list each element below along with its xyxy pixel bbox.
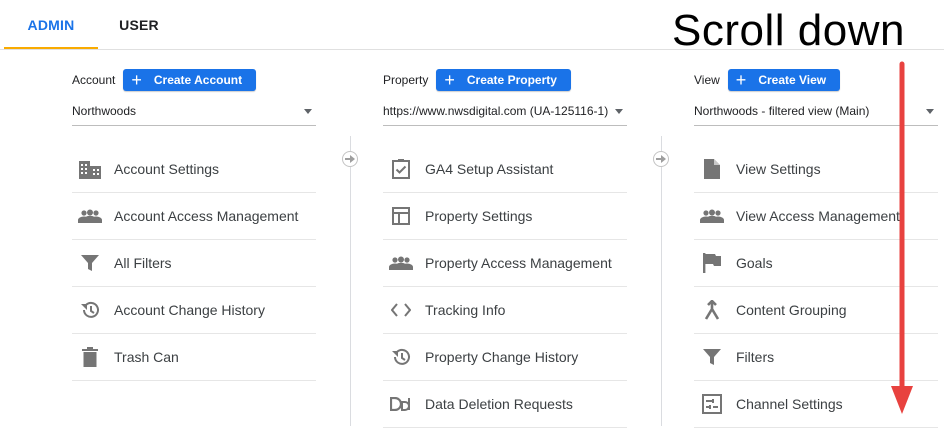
account-label: Account	[72, 73, 116, 87]
menu-item-label: Property Change History	[425, 349, 579, 365]
document-icon	[700, 157, 724, 181]
menu-item-label: Account Access Management	[114, 208, 299, 224]
flag-icon	[700, 251, 724, 275]
dropdown-caret-icon	[926, 109, 934, 114]
create-view-button[interactable]: + Create View	[727, 69, 841, 91]
menu-item-label: Trash Can	[114, 349, 179, 365]
tab-admin[interactable]: ADMIN	[4, 0, 98, 49]
people-icon	[700, 204, 724, 228]
people-icon	[389, 251, 413, 275]
layout-icon	[389, 204, 413, 228]
menu-item-label: Content Grouping	[736, 302, 847, 318]
menu-item-data-deletion-requests[interactable]: Data Deletion Requests	[383, 381, 627, 428]
clipboard-check-icon	[389, 157, 413, 181]
column-divider	[350, 136, 351, 426]
plus-icon: +	[131, 70, 142, 90]
view-label: View	[694, 73, 720, 87]
property-menu: GA4 Setup Assistant Property Settings Pr…	[383, 146, 627, 428]
account-menu: Account Settings Account Access Manageme…	[72, 146, 316, 381]
menu-item-label: Account Settings	[114, 161, 220, 177]
menu-item-all-filters[interactable]: All Filters	[72, 240, 316, 287]
menu-item-label: Property Settings	[425, 208, 533, 224]
menu-item-label: All Filters	[114, 255, 172, 271]
menu-item-tracking-info[interactable]: Tracking Info	[383, 287, 627, 334]
create-property-button[interactable]: + Create Property	[436, 69, 571, 91]
account-column: Account + Create Account Northwoods Acco…	[72, 68, 316, 381]
tab-user[interactable]: USER	[104, 0, 174, 48]
property-column: Property + Create Property https://www.n…	[383, 68, 627, 428]
menu-item-property-settings[interactable]: Property Settings	[383, 193, 627, 240]
history-icon	[78, 298, 102, 322]
menu-item-account-change-history[interactable]: Account Change History	[72, 287, 316, 334]
menu-item-label: Goals	[736, 255, 773, 271]
menu-item-label: Channel Settings	[736, 396, 843, 412]
account-header: Account + Create Account	[72, 68, 316, 92]
create-account-label: Create Account	[153, 73, 243, 87]
property-selected-value: https://www.nwsdigital.com (UA-125116-1)	[383, 104, 609, 118]
menu-item-label: Property Access Management	[425, 255, 612, 271]
column-arrow-icon	[342, 151, 358, 167]
menu-item-property-access[interactable]: Property Access Management	[383, 240, 627, 287]
account-selector[interactable]: Northwoods	[72, 101, 316, 126]
channel-icon	[700, 392, 724, 416]
scroll-down-annotation: Scroll down	[672, 6, 905, 55]
code-icon	[389, 298, 413, 322]
account-selected-value: Northwoods	[72, 104, 137, 118]
dd-icon	[389, 392, 413, 416]
menu-item-label: Data Deletion Requests	[425, 396, 573, 412]
menu-item-label: Tracking Info	[425, 302, 506, 318]
trash-icon	[78, 345, 102, 369]
menu-item-label: View Settings	[736, 161, 821, 177]
people-icon	[78, 204, 102, 228]
plus-icon: +	[735, 70, 747, 90]
menu-item-account-access[interactable]: Account Access Management	[72, 193, 316, 240]
property-selector[interactable]: https://www.nwsdigital.com (UA-125116-1)	[383, 101, 627, 126]
menu-item-label: Account Change History	[114, 302, 265, 318]
column-divider	[661, 136, 662, 426]
plus-icon: +	[444, 70, 455, 90]
grouping-icon	[700, 298, 724, 322]
create-property-label: Create Property	[466, 73, 557, 87]
menu-item-label: Filters	[736, 349, 775, 365]
menu-item-label: GA4 Setup Assistant	[425, 161, 554, 177]
menu-item-label: View Access Management	[736, 208, 900, 224]
create-account-button[interactable]: + Create Account	[123, 69, 257, 91]
filter-icon	[78, 251, 102, 275]
down-arrow-icon	[891, 61, 913, 414]
menu-item-ga4-setup-assistant[interactable]: GA4 Setup Assistant	[383, 146, 627, 193]
view-selected-value: Northwoods - filtered view (Main)	[694, 104, 870, 118]
column-arrow-icon	[653, 151, 669, 167]
history-icon	[389, 345, 413, 369]
dropdown-caret-icon	[304, 109, 312, 114]
building-icon	[78, 157, 102, 181]
create-view-label: Create View	[758, 73, 827, 87]
filter-icon	[700, 345, 724, 369]
menu-item-property-change-history[interactable]: Property Change History	[383, 334, 627, 381]
dropdown-caret-icon	[615, 109, 623, 114]
menu-item-account-settings[interactable]: Account Settings	[72, 146, 316, 193]
property-header: Property + Create Property	[383, 68, 627, 92]
menu-item-trash-can[interactable]: Trash Can	[72, 334, 316, 381]
property-label: Property	[383, 73, 429, 87]
